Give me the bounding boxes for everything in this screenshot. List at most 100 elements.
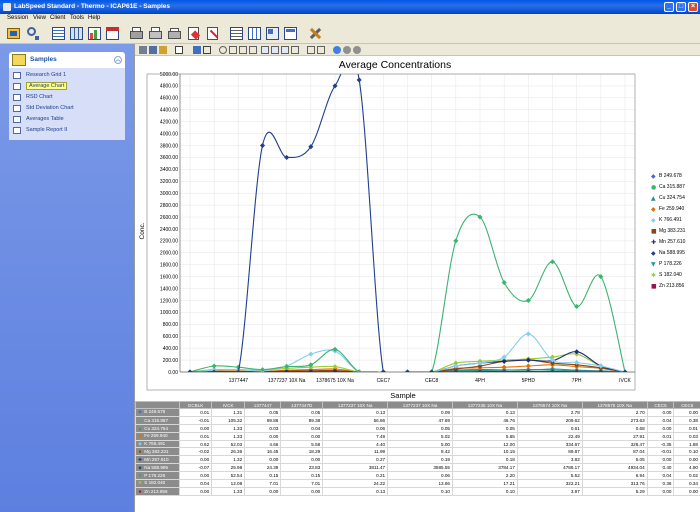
table-row[interactable]: ✱ S 182.040 0.04 12.08 7.01 7.01 24.22 13.66 17…: [135, 479, 700, 488]
column-header[interactable]: GCBLK: [178, 401, 213, 409]
chart-select-icon[interactable]: [193, 46, 201, 54]
sidebar-item-sample-report[interactable]: Sample Report II: [13, 126, 121, 135]
rotate-icon[interactable]: [239, 46, 247, 54]
printer-setup-icon[interactable]: [166, 25, 183, 42]
bar-chart-icon[interactable]: [86, 25, 103, 42]
legend-label: Na 588.995: [659, 250, 685, 256]
table-cell: 89.87: [516, 447, 583, 457]
x-tick-label: 4PH: [475, 378, 485, 384]
zoom-in-icon[interactable]: [291, 46, 299, 54]
table-row[interactable]: ◆ B 249.678 0.01 1.31 0.05 0.05 0.13 0.09 0.13 2…: [135, 408, 700, 417]
y-tick-label: 1600.00: [160, 274, 178, 280]
column-header[interactable]: 1377238 10X Na: [451, 401, 518, 409]
table-row[interactable]: ■ Zn 213.856 0.00 1.33 0.00 0.00 0.13 0.10 0.10…: [135, 486, 700, 496]
report-grid-icon[interactable]: [246, 25, 263, 42]
legend-toggle-icon[interactable]: [261, 46, 269, 54]
table-row[interactable]: ◆ K 766.491 0.62 52.03 4.66 5.58 4.40 5.00 12.0…: [135, 439, 700, 449]
legend-label: Fe 259.940: [659, 206, 685, 212]
refresh-icon[interactable]: [343, 46, 351, 54]
chart-data-icon[interactable]: [149, 46, 157, 54]
report-doc-icon: [13, 127, 21, 134]
report-icon[interactable]: [228, 25, 245, 42]
table-icon[interactable]: [68, 25, 85, 42]
chart-doc-icon: [13, 83, 21, 90]
sidebar-item-averages-table[interactable]: Averages Table: [13, 115, 121, 124]
close-button[interactable]: ×: [688, 2, 698, 12]
export-icon[interactable]: [185, 25, 202, 42]
column-header[interactable]: 1378675 10X Na: [581, 401, 648, 409]
column-header[interactable]: 1378674 10X Na: [516, 401, 583, 409]
data-point-na: [356, 77, 362, 83]
chart-type-icon[interactable]: [175, 46, 183, 54]
delete-icon[interactable]: [204, 25, 221, 42]
menu-session[interactable]: Session: [7, 15, 28, 21]
y-tick-label: 3600.00: [160, 155, 178, 161]
print-icon[interactable]: [147, 25, 164, 42]
sidebar-item-average-chart[interactable]: Average Chart: [13, 82, 121, 91]
print-preview-icon[interactable]: [128, 25, 145, 42]
column-header[interactable]: CEC5: [646, 401, 675, 409]
column-header[interactable]: 1377237 10X Na: [387, 401, 453, 409]
table-cell: 7.49: [322, 431, 389, 441]
menu-client[interactable]: Client: [50, 15, 65, 21]
chart-save-icon[interactable]: [159, 46, 167, 54]
table-row[interactable]: ■ Mg 383.231 -0.02 26.36 16.45 18.29 11.99 8.4…: [135, 447, 700, 457]
maximize-button[interactable]: □: [676, 2, 686, 12]
table-row[interactable]: ◆ Fe 259.940 0.01 1.33 0.00 0.00 7.49 5.02 5.65…: [135, 431, 700, 441]
menu-view[interactable]: View: [33, 15, 46, 21]
sidebar-item-std-deviation-chart[interactable]: Std Deviation Chart: [13, 104, 121, 113]
menu-help[interactable]: Help: [88, 15, 100, 21]
search-icon[interactable]: [24, 25, 41, 42]
table-cell: 5.29: [581, 486, 648, 496]
minimize-button[interactable]: _: [664, 2, 674, 12]
grid-toggle-icon[interactable]: [271, 46, 279, 54]
column-header[interactable]: 1377447: [244, 401, 282, 409]
concentrations-table: GCBLK IVCK 1377447 1377447D 1377237 10X Na 13…: [135, 401, 700, 496]
stop-icon[interactable]: [353, 46, 361, 54]
labels-toggle-icon[interactable]: [281, 46, 289, 54]
samples-panel-header[interactable]: Samples ︽: [9, 52, 125, 68]
sidebar-item-research-grid[interactable]: Research Grid 1: [13, 71, 121, 80]
tools-icon[interactable]: [306, 25, 323, 42]
chart-style-icon[interactable]: [203, 46, 211, 54]
row-label: Ca 315.887: [143, 417, 169, 423]
table-cell: 0.04: [646, 471, 675, 481]
cut-icon[interactable]: [307, 46, 315, 54]
column-header[interactable]: CEC6: [673, 401, 700, 409]
table-cell: 0.00: [673, 455, 700, 465]
table-row[interactable]: ▼ P 178.226 0.00 52.54 0.15 0.15 0.21 0.06 2.20…: [135, 471, 700, 481]
pan-icon[interactable]: [229, 46, 237, 54]
y-tick-label: 2200.00: [160, 239, 178, 245]
column-header[interactable]: 1377447D: [280, 401, 324, 409]
copy-icon[interactable]: [317, 46, 325, 54]
row-label: B 249.678: [143, 409, 166, 415]
table-cell: 0.00: [280, 486, 324, 496]
table-cell: 0.00: [280, 455, 324, 465]
table-row[interactable]: ● Ca 315.887 -0.01 105.32 89.86 89.38 56.86 47…: [135, 415, 700, 425]
collapse-chevron-icon[interactable]: ︽: [114, 56, 122, 64]
sidebar-item-rsd-chart[interactable]: RSD Chart: [13, 93, 121, 102]
table-row[interactable]: ◆ Na 588.995 -0.07 25.98 24.39 23.83 3811.47 3…: [135, 463, 700, 473]
zoom-icon[interactable]: [219, 46, 227, 54]
chart-settings-icon[interactable]: [139, 46, 147, 54]
move-icon[interactable]: [249, 46, 257, 54]
table-cell: 5.52: [516, 471, 583, 481]
y-tick-label: 3200.00: [160, 179, 178, 185]
open-session-icon[interactable]: [5, 25, 22, 42]
table-row[interactable]: ✚ Mn 257.610 0.00 1.32 0.00 0.00 0.27 0.19 0.18…: [135, 455, 700, 465]
info-icon[interactable]: [333, 46, 341, 54]
table-cell: 334.67: [516, 439, 583, 449]
calendar-icon[interactable]: [104, 25, 121, 42]
menu-tools[interactable]: Tools: [70, 15, 84, 21]
table-cell: 2.78: [516, 408, 583, 417]
grid-icon[interactable]: [50, 25, 67, 42]
column-header[interactable]: 1377237 10X Na: [322, 401, 389, 409]
y-tick-label: 3800.00: [160, 143, 178, 149]
row-header: ■ Zn 213.856: [135, 486, 180, 496]
table-cell: 1.88: [673, 439, 700, 449]
column-header[interactable]: IVCK: [211, 401, 246, 409]
legend-item: ▲ Cu 324.754: [649, 193, 700, 204]
table-row[interactable]: ▲ Cu 324.754 0.00 1.33 0.03 0.04 0.06 0.05 0.05…: [135, 423, 700, 433]
layout-icon[interactable]: [264, 25, 281, 42]
template-icon[interactable]: [282, 25, 299, 42]
